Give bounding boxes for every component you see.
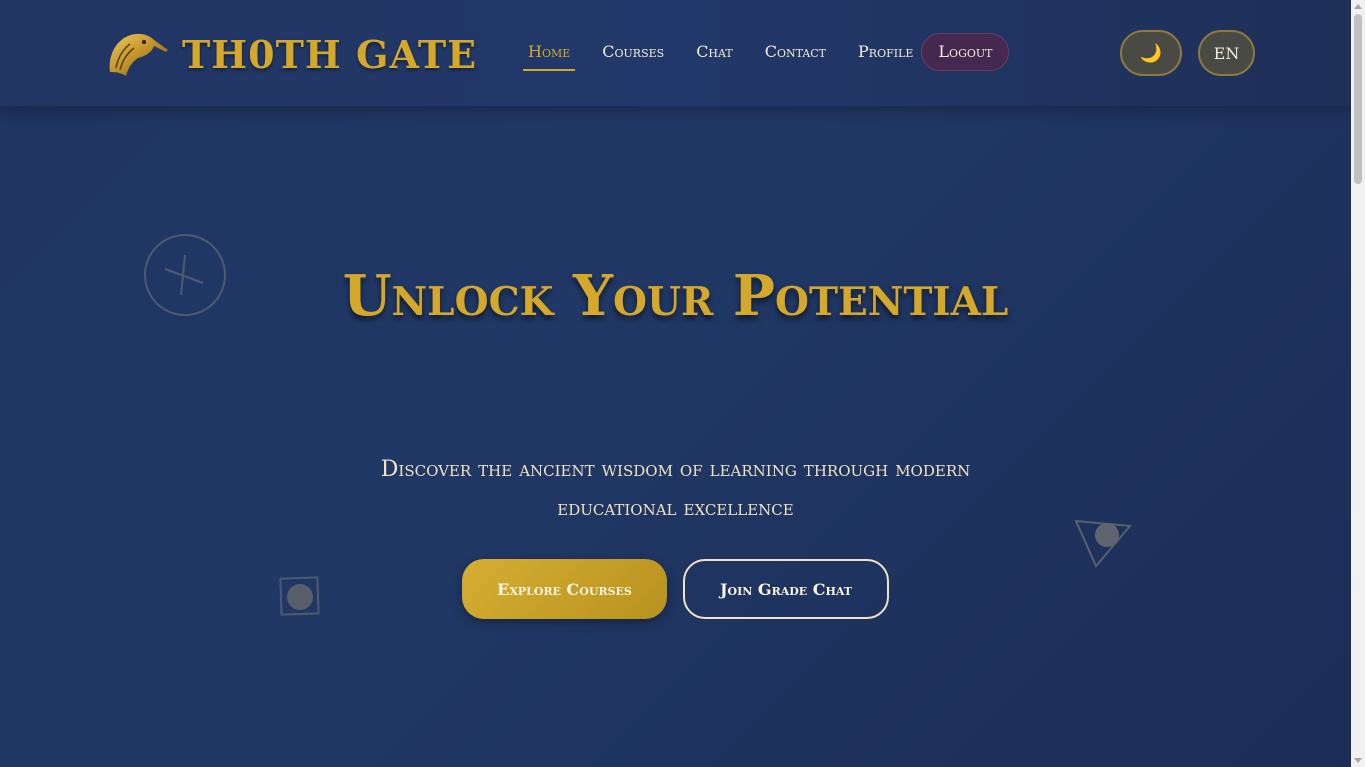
logout-button[interactable]: Logout xyxy=(921,33,1010,71)
hero-title: Unlock Your Potential xyxy=(342,263,1009,329)
nav-profile[interactable]: Profile xyxy=(850,33,921,71)
circle-cross-decoration xyxy=(144,234,226,316)
explore-courses-button[interactable]: Explore Courses xyxy=(462,559,667,619)
ibis-head-icon xyxy=(109,33,168,76)
nav-home[interactable]: Home xyxy=(520,33,578,71)
join-grade-chat-button[interactable]: Join Grade Chat xyxy=(683,559,889,619)
site-header: TH0TH GATE Home Courses Chat Contact Pro… xyxy=(0,0,1351,106)
brand-name: TH0TH GATE xyxy=(182,31,478,77)
theme-toggle-button[interactable]: 🌙 xyxy=(1120,30,1182,76)
scroll-thumb[interactable] xyxy=(1354,14,1362,184)
triangle-dot-decoration xyxy=(1074,519,1133,568)
main-nav: Home Courses Chat Contact Profile Logout xyxy=(520,32,1010,72)
language-button[interactable]: EN xyxy=(1198,30,1255,76)
page-scrollbar[interactable] xyxy=(1351,0,1365,767)
square-dot-decoration xyxy=(279,576,320,616)
brand[interactable]: TH0TH GATE xyxy=(106,28,477,80)
scroll-up-icon[interactable] xyxy=(1354,4,1362,9)
hero-subtitle: Discover the ancient wisdom of learning … xyxy=(380,457,971,521)
nav-courses[interactable]: Courses xyxy=(594,33,672,71)
nav-contact[interactable]: Contact xyxy=(757,33,834,71)
page: TH0TH GATE Home Courses Chat Contact Pro… xyxy=(0,0,1351,767)
moon-icon: 🌙 xyxy=(1139,42,1163,64)
nav-chat[interactable]: Chat xyxy=(688,33,741,71)
scroll-down-icon[interactable] xyxy=(1354,758,1362,763)
